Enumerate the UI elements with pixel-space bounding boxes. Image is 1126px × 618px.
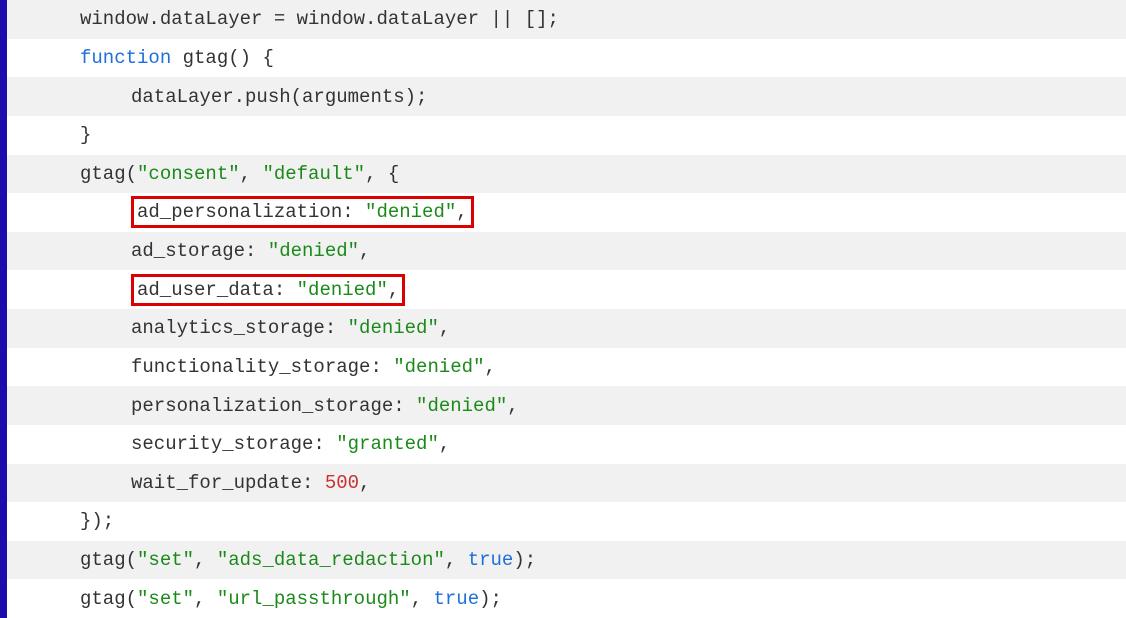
code-block: window.dataLayer = window.dataLayer || [… <box>7 0 1126 618</box>
code-token: "denied" <box>348 317 439 339</box>
code-token: , <box>388 279 399 301</box>
code-line: ad_user_data: "denied", <box>7 270 1126 309</box>
code-token: , <box>411 588 434 610</box>
code-token: gtag <box>183 47 229 69</box>
code-token: personalization_storage: <box>131 395 416 417</box>
code-token: ); <box>479 588 502 610</box>
code-token: functionality_storage: <box>131 356 393 378</box>
code-token: "denied" <box>268 240 359 262</box>
code-token: , <box>194 549 217 571</box>
code-token: "ads_data_redaction" <box>217 549 445 571</box>
code-token: , { <box>365 163 399 185</box>
code-token: () { <box>228 47 274 69</box>
code-token: "denied" <box>297 279 388 301</box>
code-token: "denied" <box>365 201 456 223</box>
code-token: gtag( <box>80 163 137 185</box>
code-token: "denied" <box>393 356 484 378</box>
code-token: gtag( <box>80 549 137 571</box>
code-token: wait_for_update: <box>131 472 325 494</box>
code-token <box>171 47 182 69</box>
code-token: "consent" <box>137 163 240 185</box>
code-token: , <box>439 433 450 455</box>
code-token: "url_passthrough" <box>217 588 411 610</box>
code-line: } <box>7 116 1126 155</box>
code-token: "set" <box>137 549 194 571</box>
code-line: gtag("consent", "default", { <box>7 155 1126 194</box>
code-line: }); <box>7 502 1126 541</box>
code-token: "set" <box>137 588 194 610</box>
code-token: , <box>359 472 370 494</box>
code-token: , <box>439 317 450 339</box>
code-line: analytics_storage: "denied", <box>7 309 1126 348</box>
code-line: personalization_storage: "denied", <box>7 386 1126 425</box>
code-token: "default" <box>262 163 365 185</box>
code-line: functionality_storage: "denied", <box>7 348 1126 387</box>
code-token: analytics_storage: <box>131 317 348 339</box>
code-token: security_storage: <box>131 433 336 455</box>
code-token: , <box>507 395 518 417</box>
code-line: dataLayer.push(arguments); <box>7 77 1126 116</box>
code-token: ad_user_data: <box>137 279 297 301</box>
code-line: gtag("set", "ads_data_redaction", true); <box>7 541 1126 580</box>
code-token: window.dataLayer = window.dataLayer || [… <box>80 8 559 30</box>
code-token: "granted" <box>336 433 439 455</box>
code-token: , <box>445 549 468 571</box>
code-line: function gtag() { <box>7 39 1126 78</box>
code-line: ad_storage: "denied", <box>7 232 1126 271</box>
highlight-box: ad_user_data: "denied", <box>131 274 405 306</box>
highlight-box: ad_personalization: "denied", <box>131 196 474 228</box>
code-token: , <box>359 240 370 262</box>
code-token: , <box>194 588 217 610</box>
code-token: ad_storage: <box>131 240 268 262</box>
code-token: }); <box>80 510 114 532</box>
code-token: } <box>80 124 91 146</box>
code-line: wait_for_update: 500, <box>7 464 1126 503</box>
code-line: security_storage: "granted", <box>7 425 1126 464</box>
code-token: ); <box>513 549 536 571</box>
code-token: gtag( <box>80 588 137 610</box>
code-token: "denied" <box>416 395 507 417</box>
code-token: ad_personalization: <box>137 201 365 223</box>
code-token: true <box>468 549 514 571</box>
code-line: gtag("set", "url_passthrough", true); <box>7 579 1126 618</box>
code-token: , <box>456 201 467 223</box>
code-token: , <box>484 356 495 378</box>
code-token: true <box>434 588 480 610</box>
code-line: ad_personalization: "denied", <box>7 193 1126 232</box>
code-token: 500 <box>325 472 359 494</box>
code-token: dataLayer.push(arguments); <box>131 86 427 108</box>
code-token: function <box>80 47 171 69</box>
code-line: window.dataLayer = window.dataLayer || [… <box>7 0 1126 39</box>
code-token: , <box>240 163 263 185</box>
